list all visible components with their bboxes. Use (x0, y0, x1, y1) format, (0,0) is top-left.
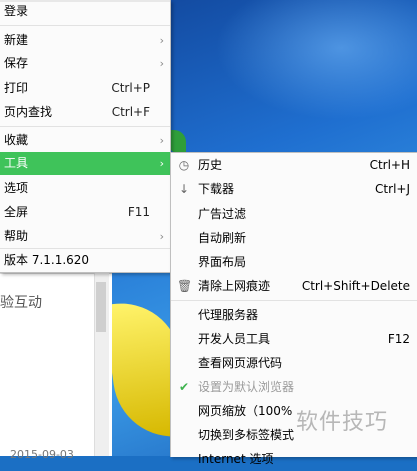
menu-item-save[interactable]: 保存 › (0, 52, 170, 75)
submenu-item-internet-options[interactable]: Internet 选项 (171, 448, 417, 471)
menu-item-shortcut: F11 (127, 205, 150, 219)
menu-item-label: 帮助 (4, 229, 29, 243)
submenu-item-label: 代理服务器 (198, 308, 259, 322)
submenu-item-view-source[interactable]: 查看网页源代码 (171, 352, 417, 375)
submenu-arrow-icon: › (159, 230, 164, 243)
menu-item-label: 新建 (4, 33, 29, 47)
menu-item-label: 保存 (4, 56, 29, 70)
submenu-item-clear-history[interactable]: 🗑 清除上网痕迹 Ctrl+Shift+Delete (171, 275, 417, 298)
page-snippet-text: 验互动 (0, 295, 42, 311)
submenu-item-layout[interactable]: 界面布局 (171, 251, 417, 274)
submenu-item-proxy[interactable]: 代理服务器 (171, 304, 417, 327)
submenu-item-label: 切换到多标签模式 (198, 428, 295, 442)
menu-item-find-in-page[interactable]: 页内查找 Ctrl+F (0, 101, 170, 124)
background-web-page: 验互动 2015-09-03 (0, 272, 112, 461)
menu-item-label: 工具 (4, 156, 29, 170)
menu-item-label: 打印 (4, 81, 29, 95)
menu-item-label: 版本 7.1.1.620 (4, 253, 90, 267)
menu-item-login[interactable]: 登录 (0, 0, 170, 23)
menu-item-favorites[interactable]: 收藏 › (0, 129, 170, 152)
menu-item-version[interactable]: 版本 7.1.1.620 (0, 249, 170, 272)
submenu-item-shortcut: Ctrl+H (369, 158, 410, 172)
submenu-item-dev-tools[interactable]: 开发人员工具 F12 (171, 328, 417, 351)
menu-item-label: 全屏 (4, 205, 29, 219)
submenu-item-shortcut: Ctrl+J (375, 182, 410, 196)
main-menu: 登录 新建 › 保存 › 打印 Ctrl+P 页内查找 Ctrl+F 收藏 › … (0, 0, 171, 273)
menu-item-label: 页内查找 (4, 105, 53, 119)
menu-item-label: 收藏 (4, 133, 29, 147)
submenu-item-label: Internet 选项 (198, 452, 274, 466)
menu-item-help[interactable]: 帮助 › (0, 225, 170, 248)
menu-divider (0, 25, 170, 26)
checkmark-icon: ✔ (178, 380, 190, 394)
page-date-text: 2015-09-03 (10, 448, 74, 461)
wallpaper-glow (215, 0, 417, 120)
submenu-item-shortcut: Ctrl+Shift+Delete (301, 279, 410, 293)
menu-item-options[interactable]: 选项 (0, 177, 170, 200)
submenu-arrow-icon: › (159, 57, 164, 70)
submenu-item-label: 清除上网痕迹 (198, 279, 271, 293)
menu-item-tools[interactable]: 工具 › (0, 152, 170, 175)
submenu-item-shortcut: F12 (387, 332, 410, 346)
menu-item-new[interactable]: 新建 › (0, 29, 170, 52)
submenu-item-label: 自动刷新 (198, 231, 247, 245)
clock-icon: ◷ (178, 158, 190, 172)
menu-item-shortcut: Ctrl+F (111, 105, 150, 119)
menu-item-label: 登录 (4, 4, 29, 18)
submenu-item-label: 设置为默认浏览器 (198, 380, 295, 394)
submenu-item-set-default-browser: ✔ 设置为默认浏览器 (171, 376, 417, 399)
submenu-item-label: 下载器 (198, 182, 235, 196)
submenu-item-history[interactable]: ◷ 历史 Ctrl+H (171, 154, 417, 177)
submenu-divider (171, 300, 417, 301)
submenu-item-auto-refresh[interactable]: 自动刷新 (171, 227, 417, 250)
submenu-item-label: 网页缩放（100% (198, 404, 293, 418)
submenu-item-label: 广告过滤 (198, 207, 247, 221)
trash-icon: 🗑 (177, 279, 193, 293)
menu-item-shortcut: Ctrl+P (111, 81, 150, 95)
menu-item-label: 选项 (4, 181, 29, 195)
submenu-item-label: 开发人员工具 (198, 332, 271, 346)
watermark-text: 软件技巧 (296, 410, 389, 435)
submenu-item-downloader[interactable]: ↓ 下载器 Ctrl+J (171, 178, 417, 201)
download-arrow-icon: ↓ (178, 182, 190, 196)
menu-divider (0, 126, 170, 127)
submenu-arrow-icon: › (159, 34, 164, 47)
submenu-item-label: 界面布局 (198, 255, 247, 269)
submenu-arrow-icon: › (159, 157, 164, 170)
submenu-item-label: 历史 (198, 158, 223, 172)
submenu-arrow-icon: › (159, 134, 164, 147)
submenu-item-label: 查看网页源代码 (198, 356, 283, 370)
page-scrollbar-thumb[interactable] (96, 282, 106, 332)
menu-item-fullscreen[interactable]: 全屏 F11 (0, 201, 170, 224)
menu-item-print[interactable]: 打印 Ctrl+P (0, 77, 170, 100)
submenu-item-ad-filter[interactable]: 广告过滤 (171, 203, 417, 226)
